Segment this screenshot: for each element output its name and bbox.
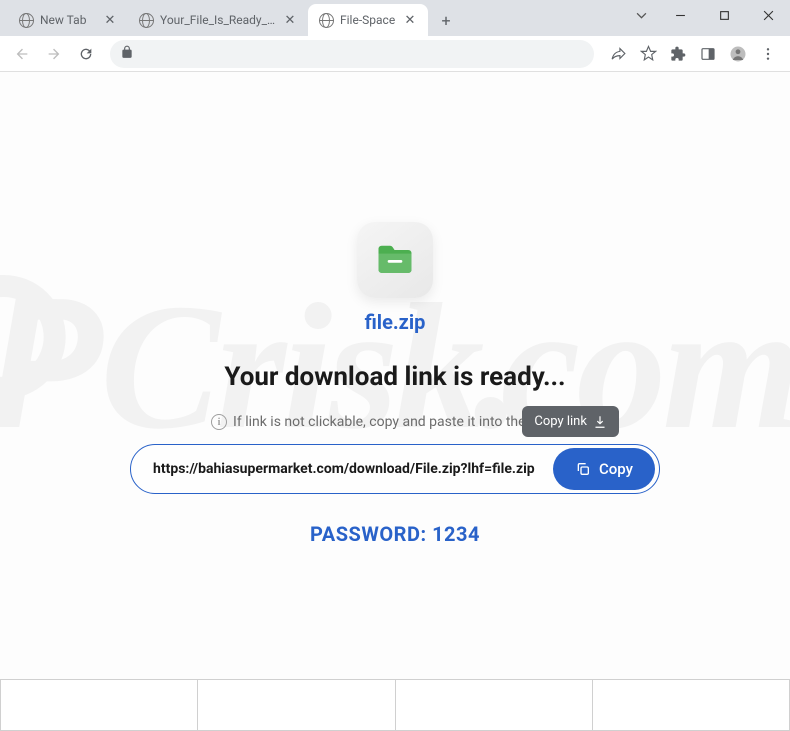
extensions-icon[interactable] [664,40,692,68]
lock-icon [120,44,134,63]
page-heading: Your download link is ready... [224,362,565,392]
copy-button-label: Copy [599,460,633,478]
menu-icon[interactable] [754,40,782,68]
tab-title: File-Space [340,13,396,27]
info-icon: i [211,414,227,430]
new-tab-button[interactable]: + [432,6,460,34]
bookmark-icon[interactable] [634,40,662,68]
back-button[interactable] [8,40,36,68]
browser-tab[interactable]: Your_File_Is_Ready_To_Downl ✕ [128,4,308,36]
maximize-button[interactable] [702,0,746,30]
globe-icon [18,12,34,28]
hint-row: i If link is not clickable, copy and pas… [211,414,579,430]
profile-icon[interactable] [724,40,752,68]
reload-button[interactable] [72,40,100,68]
close-button[interactable] [746,0,790,30]
share-icon[interactable] [604,40,632,68]
segment [0,679,198,731]
close-icon[interactable]: ✕ [282,12,298,28]
download-arrow-icon [593,415,607,429]
close-icon[interactable]: ✕ [102,12,118,28]
copy-link-tooltip: Copy link [522,406,619,437]
password-label: PASSWORD: 1234 [310,522,480,546]
copy-icon [575,461,591,477]
close-icon[interactable]: ✕ [402,12,418,28]
address-bar[interactable] [110,40,594,68]
tooltip-text: Copy link [534,414,587,429]
download-link-box: https://bahiasupermarket.com/download/Fi… [130,444,660,494]
browser-tab[interactable]: New Tab ✕ [8,4,128,36]
filename-label: file.zip [365,310,426,334]
segment [198,679,395,731]
bottom-segments [0,679,790,731]
minimize-button[interactable] [658,0,702,30]
chevron-down-icon[interactable] [624,0,658,30]
browser-titlebar: New Tab ✕ Your_File_Is_Ready_To_Downl ✕ … [0,0,790,36]
browser-toolbar [0,36,790,72]
copy-button[interactable]: Copy [553,448,655,490]
globe-icon [138,12,154,28]
globe-icon [318,12,334,28]
segment [593,679,790,731]
sidepanel-icon[interactable] [694,40,722,68]
browser-tab-active[interactable]: File-Space ✕ [308,4,428,36]
segment [396,679,593,731]
download-url[interactable]: https://bahiasupermarket.com/download/Fi… [153,461,543,477]
tab-title: Your_File_Is_Ready_To_Downl [160,13,276,27]
page-content: PCriskcom file.zip Your download link is… [0,72,790,679]
tab-title: New Tab [40,13,96,27]
forward-button[interactable] [40,40,68,68]
folder-icon [357,222,433,298]
window-controls [624,0,790,30]
